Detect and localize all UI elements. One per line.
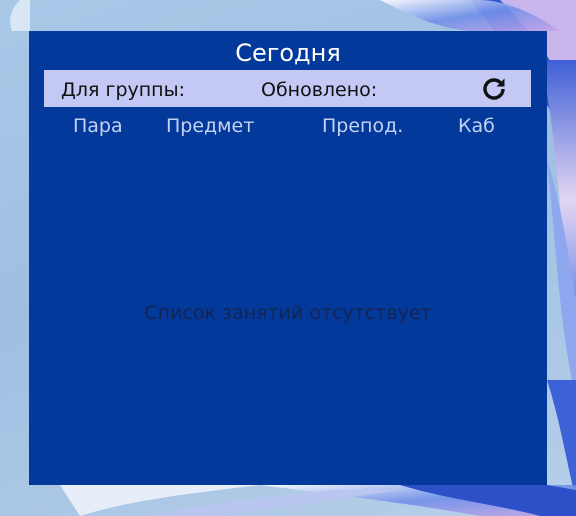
schedule-widget: Сегодня Для группы: Обновлено: Пара Пред… [29, 31, 547, 485]
refresh-button[interactable] [480, 75, 508, 103]
column-header-subject: Предмет [166, 115, 255, 137]
widget-title: Сегодня [235, 39, 341, 67]
column-header-room: Каб [458, 115, 495, 137]
column-header-teacher: Препод. [322, 115, 404, 137]
empty-schedule-message: Список занятий отсутствует [144, 302, 432, 324]
info-bar: Для группы: Обновлено: [44, 70, 531, 107]
column-header-para: Пара [73, 115, 123, 137]
refresh-icon [483, 78, 505, 100]
group-label: Для группы: [61, 79, 185, 101]
updated-label: Обновлено: [261, 79, 378, 101]
